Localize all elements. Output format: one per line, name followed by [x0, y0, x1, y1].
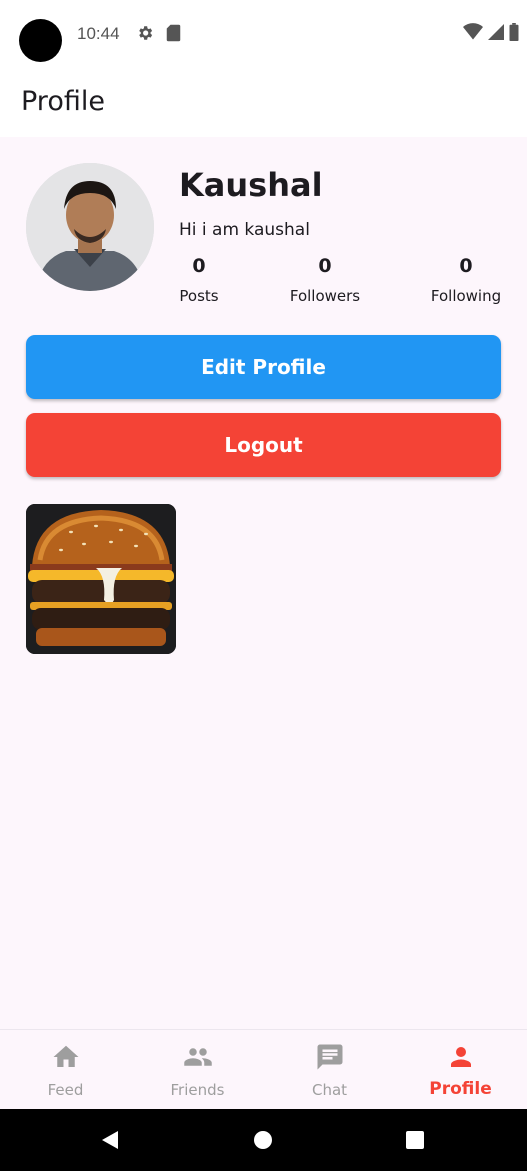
stat-posts[interactable]: 0 Posts — [172, 255, 226, 305]
nav-item-friends[interactable]: Friends — [132, 1030, 263, 1110]
bottom-navigation: Feed Friends Chat Profile — [0, 1029, 527, 1110]
home-circle-icon[interactable] — [254, 1131, 272, 1149]
system-navigation-bar — [0, 1109, 527, 1171]
battery-icon — [509, 23, 519, 41]
logout-button[interactable]: Logout — [26, 413, 501, 477]
app-bar: Profile — [0, 70, 527, 137]
nav-label-friends: Friends — [170, 1081, 225, 1099]
following-label: Following — [430, 287, 502, 305]
following-count: 0 — [459, 255, 473, 277]
profile-bio: Hi i am kaushal — [179, 220, 310, 240]
chat-icon — [317, 1044, 342, 1070]
nav-item-profile[interactable]: Profile — [395, 1030, 526, 1110]
burger-image — [26, 504, 176, 654]
post-thumbnail[interactable] — [26, 504, 176, 654]
signal-icon — [488, 24, 504, 40]
status-bar: 10:44 — [0, 0, 527, 70]
camera-cutout — [19, 19, 62, 62]
avatar — [26, 163, 154, 291]
page-title: Profile — [21, 86, 105, 117]
stat-following[interactable]: 0 Following — [426, 255, 506, 305]
gear-icon — [139, 26, 153, 40]
followers-label: Followers — [289, 287, 361, 305]
status-time: 10:44 — [77, 24, 120, 43]
edit-profile-button[interactable]: Edit Profile — [26, 335, 501, 399]
recents-icon[interactable] — [406, 1131, 424, 1149]
home-icon — [53, 1045, 78, 1067]
wifi-icon — [463, 23, 483, 40]
sd-card-icon — [166, 24, 181, 42]
status-icons — [463, 23, 519, 41]
nav-label-chat: Chat — [311, 1081, 348, 1099]
nav-label-feed: Feed — [47, 1081, 84, 1099]
person-icon — [450, 1047, 471, 1067]
nav-item-feed[interactable]: Feed — [0, 1030, 131, 1110]
avatar-photo — [26, 163, 154, 291]
nav-item-chat[interactable]: Chat — [264, 1030, 395, 1110]
followers-count: 0 — [318, 255, 332, 277]
posts-label: Posts — [179, 287, 219, 305]
people-icon — [183, 1048, 212, 1066]
back-icon[interactable] — [100, 1130, 120, 1150]
nav-label-profile: Profile — [429, 1079, 492, 1099]
posts-count: 0 — [192, 255, 206, 277]
profile-name: Kaushal — [179, 166, 323, 204]
stat-followers[interactable]: 0 Followers — [282, 255, 368, 305]
